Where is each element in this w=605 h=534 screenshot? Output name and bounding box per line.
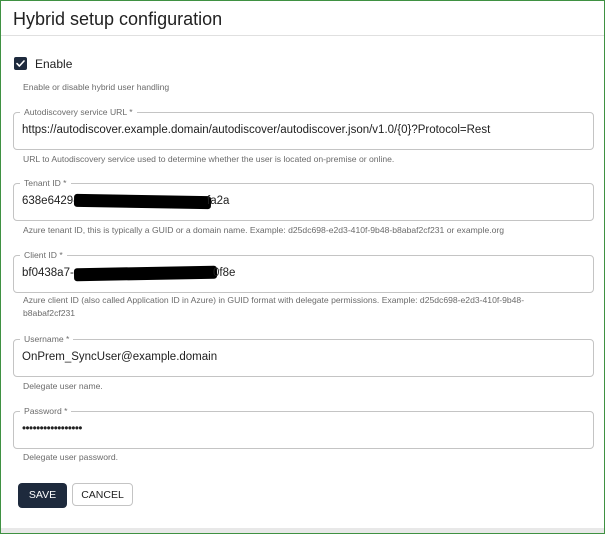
username-helper: Delegate user name. [23,381,103,391]
redaction-mark [73,193,212,210]
horizontal-scrollbar[interactable] [1,528,604,533]
redaction-mark [73,265,218,282]
tenant-id-value-start[interactable]: 638e6429- [22,195,77,207]
client-id-label: Client ID * [20,250,67,261]
client-id-value-start[interactable]: bf0438a7- [22,267,74,279]
page-title: Hybrid setup configuration [13,9,223,29]
autodiscovery-url-helper: URL to Autodiscovery service used to det… [23,154,395,164]
password-input[interactable]: ••••••••••••••••• [22,423,582,435]
save-button[interactable]: SAVE [18,483,67,508]
tenant-id-helper: Azure tenant ID, this is typically a GUI… [23,225,505,235]
client-id-helper-line1: Azure client ID (also called Application… [23,295,525,305]
enable-checkbox[interactable] [14,57,27,70]
username-input[interactable] [22,351,582,363]
checkmark-icon [16,60,25,67]
client-id-value-end[interactable]: 0f8e [213,267,235,279]
tenant-id-field[interactable]: Tenant ID * 638e6429- fa2a [13,178,594,221]
tenant-id-label: Tenant ID * [20,178,71,189]
tenant-id-value-end[interactable]: fa2a [207,195,229,207]
enable-label: Enable [35,57,73,71]
password-field[interactable]: Password * ••••••••••••••••• [13,406,594,449]
password-label: Password * [20,406,72,417]
username-label: Username * [20,334,74,345]
password-helper: Delegate user password. [23,452,119,462]
username-field[interactable]: Username * [13,334,594,377]
panel-header: Hybrid setup configuration [1,1,604,36]
autodiscovery-url-input[interactable] [22,124,582,136]
enable-helper: Enable or disable hybrid user handling [23,82,170,92]
client-id-field[interactable]: Client ID * bf0438a7- 0f8e [13,250,594,293]
autodiscovery-url-field[interactable]: Autodiscovery service URL * [13,107,594,150]
client-id-helper-line2: b8abaf2cf231 [23,308,76,318]
cancel-button[interactable]: CANCEL [72,483,133,506]
configuration-panel: Hybrid setup configuration Enable Enable… [0,0,605,534]
autodiscovery-url-label: Autodiscovery service URL * [20,107,137,118]
